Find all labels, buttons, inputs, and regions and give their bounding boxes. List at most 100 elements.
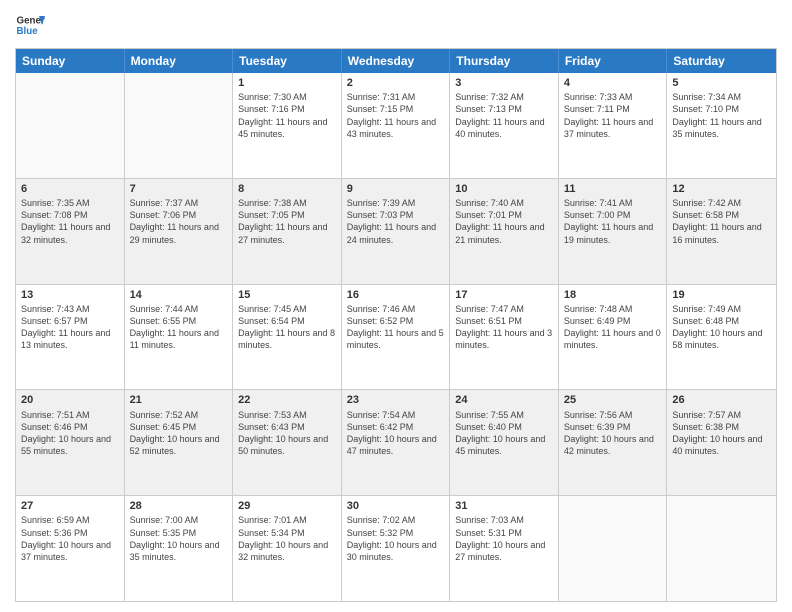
- day-info: Sunrise: 7:49 AM Sunset: 6:48 PM Dayligh…: [672, 303, 771, 352]
- day-number: 31: [455, 499, 553, 513]
- day-info: Sunrise: 7:38 AM Sunset: 7:05 PM Dayligh…: [238, 197, 336, 246]
- calendar-cell: 21 Sunrise: 7:52 AM Sunset: 6:45 PM Dayli…: [125, 390, 234, 495]
- day-number: 23: [347, 393, 445, 407]
- day-number: 20: [21, 393, 119, 407]
- calendar-cell: 13Sunrise: 7:43 AM Sunset: 6:57 PM Dayli…: [16, 285, 125, 390]
- day-number: 30: [347, 499, 445, 513]
- calendar-cell: 23 Sunrise: 7:54 AM Sunset: 6:42 PM Dayli…: [342, 390, 451, 495]
- day-info: Sunrise: 7:00 AM Sunset: 5:35 PM Dayligh…: [130, 514, 228, 563]
- day-number: 2: [347, 76, 445, 90]
- day-info: Sunrise: 7:54 AM Sunset: 6:42 PM Dayligh…: [347, 409, 445, 458]
- header-day-saturday: Saturday: [667, 49, 776, 73]
- day-info: Sunrise: 7:35 AM Sunset: 7:08 PM Dayligh…: [21, 197, 119, 246]
- page: General Blue SundayMondayTuesdayWednesda…: [0, 0, 792, 612]
- logo: General Blue: [15, 10, 45, 40]
- calendar-header: SundayMondayTuesdayWednesdayThursdayFrid…: [16, 49, 776, 73]
- day-number: 7: [130, 182, 228, 196]
- day-number: 11: [564, 182, 662, 196]
- header: General Blue: [15, 10, 777, 40]
- calendar-row-1: 6Sunrise: 7:35 AM Sunset: 7:08 PM Daylig…: [16, 179, 776, 285]
- header-day-wednesday: Wednesday: [342, 49, 451, 73]
- calendar-cell: 5Sunrise: 7:34 AM Sunset: 7:10 PM Daylig…: [667, 73, 776, 178]
- day-info: Sunrise: 7:02 AM Sunset: 5:32 PM Dayligh…: [347, 514, 445, 563]
- calendar-cell: 6Sunrise: 7:35 AM Sunset: 7:08 PM Daylig…: [16, 179, 125, 284]
- day-number: 16: [347, 288, 445, 302]
- day-number: 22: [238, 393, 336, 407]
- day-number: 25: [564, 393, 662, 407]
- calendar-cell: 30Sunrise: 7:02 AM Sunset: 5:32 PM Dayli…: [342, 496, 451, 601]
- calendar-cell: 12Sunrise: 7:42 AM Sunset: 6:58 PM Dayli…: [667, 179, 776, 284]
- day-number: 19: [672, 288, 771, 302]
- calendar-cell: 2Sunrise: 7:31 AM Sunset: 7:15 PM Daylig…: [342, 73, 451, 178]
- calendar-cell: 19Sunrise: 7:49 AM Sunset: 6:48 PM Dayli…: [667, 285, 776, 390]
- day-info: Sunrise: 7:48 AM Sunset: 6:49 PM Dayligh…: [564, 303, 662, 352]
- day-info: Sunrise: 7:52 AM Sunset: 6:45 PM Dayligh…: [130, 409, 228, 458]
- day-number: 17: [455, 288, 553, 302]
- day-number: 8: [238, 182, 336, 196]
- day-info: Sunrise: 7:30 AM Sunset: 7:16 PM Dayligh…: [238, 91, 336, 140]
- day-info: Sunrise: 7:37 AM Sunset: 7:06 PM Dayligh…: [130, 197, 228, 246]
- calendar-cell: 8Sunrise: 7:38 AM Sunset: 7:05 PM Daylig…: [233, 179, 342, 284]
- day-number: 18: [564, 288, 662, 302]
- day-number: 21: [130, 393, 228, 407]
- calendar-cell: 17Sunrise: 7:47 AM Sunset: 6:51 PM Dayli…: [450, 285, 559, 390]
- calendar-cell: 1Sunrise: 7:30 AM Sunset: 7:16 PM Daylig…: [233, 73, 342, 178]
- calendar-cell: 24Sunrise: 7:55 AM Sunset: 6:40 PM Dayli…: [450, 390, 559, 495]
- calendar-cell: 11Sunrise: 7:41 AM Sunset: 7:00 PM Dayli…: [559, 179, 668, 284]
- day-info: Sunrise: 7:45 AM Sunset: 6:54 PM Dayligh…: [238, 303, 336, 352]
- header-day-monday: Monday: [125, 49, 234, 73]
- day-info: Sunrise: 7:40 AM Sunset: 7:01 PM Dayligh…: [455, 197, 553, 246]
- day-info: Sunrise: 7:43 AM Sunset: 6:57 PM Dayligh…: [21, 303, 119, 352]
- day-info: Sunrise: 7:03 AM Sunset: 5:31 PM Dayligh…: [455, 514, 553, 563]
- day-info: Sunrise: 7:51 AM Sunset: 6:46 PM Dayligh…: [21, 409, 119, 458]
- day-info: Sunrise: 7:39 AM Sunset: 7:03 PM Dayligh…: [347, 197, 445, 246]
- header-day-tuesday: Tuesday: [233, 49, 342, 73]
- calendar-cell: 28Sunrise: 7:00 AM Sunset: 5:35 PM Dayli…: [125, 496, 234, 601]
- day-number: 14: [130, 288, 228, 302]
- calendar-cell: 22 Sunrise: 7:53 AM Sunset: 6:43 PM Dayli…: [233, 390, 342, 495]
- calendar-cell: [125, 73, 234, 178]
- day-number: 5: [672, 76, 771, 90]
- calendar-cell: 3Sunrise: 7:32 AM Sunset: 7:13 PM Daylig…: [450, 73, 559, 178]
- day-number: 4: [564, 76, 662, 90]
- header-day-sunday: Sunday: [16, 49, 125, 73]
- day-info: Sunrise: 7:42 AM Sunset: 6:58 PM Dayligh…: [672, 197, 771, 246]
- calendar-cell: [16, 73, 125, 178]
- day-number: 1: [238, 76, 336, 90]
- day-info: Sunrise: 7:55 AM Sunset: 6:40 PM Dayligh…: [455, 409, 553, 458]
- calendar-cell: 29Sunrise: 7:01 AM Sunset: 5:34 PM Dayli…: [233, 496, 342, 601]
- calendar-cell: 10Sunrise: 7:40 AM Sunset: 7:01 PM Dayli…: [450, 179, 559, 284]
- day-info: Sunrise: 7:53 AM Sunset: 6:43 PM Dayligh…: [238, 409, 336, 458]
- calendar-cell: 15Sunrise: 7:45 AM Sunset: 6:54 PM Dayli…: [233, 285, 342, 390]
- day-info: Sunrise: 7:44 AM Sunset: 6:55 PM Dayligh…: [130, 303, 228, 352]
- calendar-cell: 18Sunrise: 7:48 AM Sunset: 6:49 PM Dayli…: [559, 285, 668, 390]
- calendar-body: 1Sunrise: 7:30 AM Sunset: 7:16 PM Daylig…: [16, 73, 776, 601]
- calendar-cell: [667, 496, 776, 601]
- calendar-cell: 16Sunrise: 7:46 AM Sunset: 6:52 PM Dayli…: [342, 285, 451, 390]
- day-info: Sunrise: 7:41 AM Sunset: 7:00 PM Dayligh…: [564, 197, 662, 246]
- calendar: SundayMondayTuesdayWednesdayThursdayFrid…: [15, 48, 777, 602]
- day-info: Sunrise: 7:56 AM Sunset: 6:39 PM Dayligh…: [564, 409, 662, 458]
- day-number: 6: [21, 182, 119, 196]
- day-info: Sunrise: 7:47 AM Sunset: 6:51 PM Dayligh…: [455, 303, 553, 352]
- calendar-cell: 27Sunrise: 6:59 AM Sunset: 5:36 PM Dayli…: [16, 496, 125, 601]
- calendar-row-0: 1Sunrise: 7:30 AM Sunset: 7:16 PM Daylig…: [16, 73, 776, 179]
- day-number: 12: [672, 182, 771, 196]
- day-number: 15: [238, 288, 336, 302]
- day-info: Sunrise: 7:57 AM Sunset: 6:38 PM Dayligh…: [672, 409, 771, 458]
- day-info: Sunrise: 7:01 AM Sunset: 5:34 PM Dayligh…: [238, 514, 336, 563]
- day-info: Sunrise: 7:33 AM Sunset: 7:11 PM Dayligh…: [564, 91, 662, 140]
- day-number: 13: [21, 288, 119, 302]
- calendar-cell: 14Sunrise: 7:44 AM Sunset: 6:55 PM Dayli…: [125, 285, 234, 390]
- day-info: Sunrise: 6:59 AM Sunset: 5:36 PM Dayligh…: [21, 514, 119, 563]
- svg-text:Blue: Blue: [17, 26, 39, 37]
- calendar-cell: 31Sunrise: 7:03 AM Sunset: 5:31 PM Dayli…: [450, 496, 559, 601]
- calendar-row-4: 27Sunrise: 6:59 AM Sunset: 5:36 PM Dayli…: [16, 496, 776, 601]
- header-day-friday: Friday: [559, 49, 668, 73]
- day-number: 28: [130, 499, 228, 513]
- calendar-cell: 4Sunrise: 7:33 AM Sunset: 7:11 PM Daylig…: [559, 73, 668, 178]
- day-info: Sunrise: 7:46 AM Sunset: 6:52 PM Dayligh…: [347, 303, 445, 352]
- calendar-cell: [559, 496, 668, 601]
- calendar-cell: 7Sunrise: 7:37 AM Sunset: 7:06 PM Daylig…: [125, 179, 234, 284]
- logo-icon: General Blue: [15, 10, 45, 40]
